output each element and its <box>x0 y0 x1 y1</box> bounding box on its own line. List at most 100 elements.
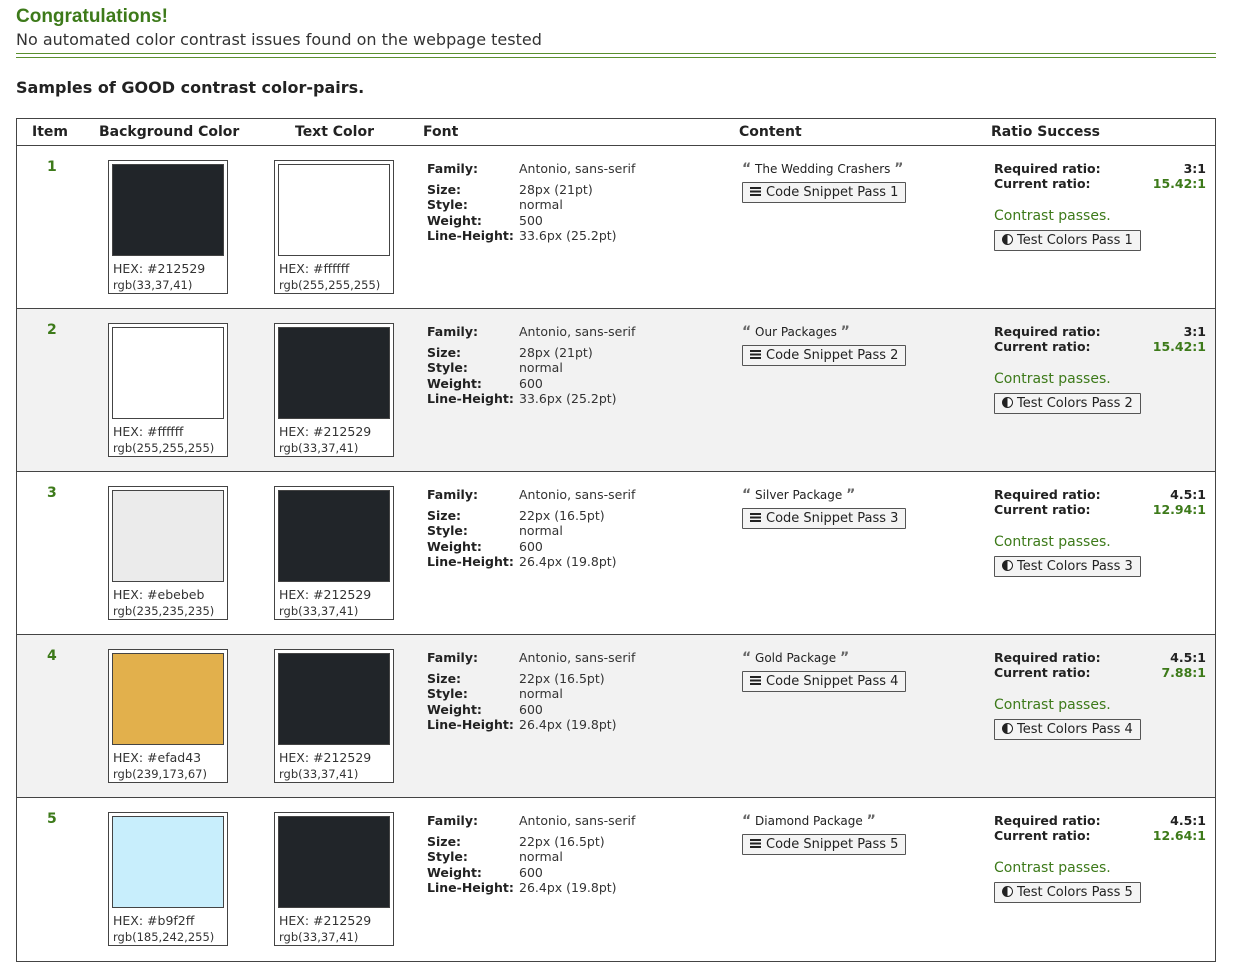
size-value: 22px (16.5pt) <box>519 671 605 686</box>
item-number: 2 <box>47 322 57 338</box>
test-colors-button[interactable]: Test Colors Pass 2 <box>994 393 1141 414</box>
size-value: 22px (16.5pt) <box>519 508 605 523</box>
line-height-label: Line-Height: <box>427 228 514 243</box>
quote-open-icon: “ <box>742 650 752 666</box>
code-snippet-button[interactable]: Code Snippet Pass 5 <box>742 834 907 855</box>
code-snippet-button[interactable]: Code Snippet Pass 4 <box>742 671 907 692</box>
text-color-sample: HEX: #212529 rgb(33,37,41) <box>274 323 394 457</box>
required-ratio-value: 3:1 <box>1183 161 1206 176</box>
style-label: Style: <box>427 849 468 864</box>
code-snippet-label: Code Snippet Pass 2 <box>766 348 899 363</box>
test-colors-button[interactable]: Test Colors Pass 1 <box>994 230 1141 251</box>
item-number: 1 <box>47 159 57 175</box>
quote-open-icon: “ <box>742 324 752 340</box>
required-ratio-label: Required ratio: <box>994 650 1101 665</box>
line-height-label: Line-Height: <box>427 717 514 732</box>
size-value: 22px (16.5pt) <box>519 834 605 849</box>
background-swatch <box>112 653 224 745</box>
content-quote: “ Diamond Package ” <box>742 812 906 830</box>
size-value: 28px (21pt) <box>519 345 593 360</box>
text-color-sample: HEX: #ffffff rgb(255,255,255) <box>274 160 394 294</box>
background-color-sample: HEX: #212529 rgb(33,37,41) <box>108 160 228 294</box>
style-value: normal <box>519 360 563 375</box>
lines-icon <box>750 350 761 359</box>
quote-open-icon: “ <box>742 813 752 829</box>
family-value: Antonio, sans-serif <box>519 324 636 339</box>
col-ratio-success: Ratio Success <box>991 124 1101 140</box>
content-cell: “ Diamond Package ” Code Snippet Pass 5 <box>742 812 907 855</box>
current-ratio-label: Current ratio: <box>994 828 1091 843</box>
test-colors-label: Test Colors Pass 2 <box>1017 396 1133 411</box>
code-snippet-button[interactable]: Code Snippet Pass 1 <box>742 182 907 203</box>
line-height-label: Line-Height: <box>427 880 514 895</box>
required-ratio-value: 4.5:1 <box>1170 813 1206 828</box>
weight-label: Weight: <box>427 702 482 717</box>
background-rgb: rgb(239,173,67) <box>113 767 207 781</box>
test-colors-button[interactable]: Test Colors Pass 3 <box>994 556 1141 577</box>
style-label: Style: <box>427 360 468 375</box>
contrast-passes-text: Contrast passes. <box>994 860 1111 876</box>
code-snippet-label: Code Snippet Pass 4 <box>766 674 899 689</box>
current-ratio-value: 12.64:1 <box>1152 828 1206 843</box>
col-text-color: Text Color <box>295 124 374 140</box>
background-color-sample: HEX: #ffffff rgb(255,255,255) <box>108 323 228 457</box>
header-divider <box>16 53 1216 58</box>
background-swatch <box>112 816 224 908</box>
lines-icon <box>750 839 761 848</box>
test-colors-button[interactable]: Test Colors Pass 4 <box>994 719 1141 740</box>
lines-icon <box>750 676 761 685</box>
weight-value: 600 <box>519 702 543 717</box>
family-label: Family: <box>427 487 478 502</box>
content-quote: “ Silver Package ” <box>742 486 906 504</box>
size-label: Size: <box>427 508 462 523</box>
table-row: 2 HEX: #ffffff rgb(255,255,255) HEX: #21… <box>17 309 1215 472</box>
weight-value: 500 <box>519 213 543 228</box>
test-colors-label: Test Colors Pass 3 <box>1017 559 1133 574</box>
contrast-icon <box>1002 234 1013 245</box>
test-colors-button[interactable]: Test Colors Pass 5 <box>994 882 1141 903</box>
size-label: Size: <box>427 834 462 849</box>
item-number: 4 <box>47 648 57 664</box>
line-height-value: 26.4px (19.8pt) <box>519 554 617 569</box>
text-hex: HEX: #212529 <box>279 750 372 765</box>
background-rgb: rgb(255,255,255) <box>113 441 215 455</box>
family-value: Antonio, sans-serif <box>519 161 636 176</box>
background-hex: HEX: #ebebeb <box>113 587 205 602</box>
quote-open-icon: “ <box>742 161 752 177</box>
code-snippet-label: Code Snippet Pass 1 <box>766 185 899 200</box>
code-snippet-button[interactable]: Code Snippet Pass 3 <box>742 508 907 529</box>
style-label: Style: <box>427 686 468 701</box>
current-ratio-label: Current ratio: <box>994 665 1091 680</box>
code-snippet-button[interactable]: Code Snippet Pass 2 <box>742 345 907 366</box>
weight-label: Weight: <box>427 376 482 391</box>
content-quote: “ Gold Package ” <box>742 649 906 667</box>
item-number: 3 <box>47 485 57 501</box>
contrast-table: Item Background Color Text Color Font Co… <box>16 118 1216 962</box>
contrast-icon <box>1002 886 1013 897</box>
text-swatch <box>278 490 390 582</box>
style-value: normal <box>519 523 563 538</box>
text-hex: HEX: #212529 <box>279 424 372 439</box>
text-swatch <box>278 816 390 908</box>
col-background-color: Background Color <box>99 124 240 140</box>
background-color-sample: HEX: #ebebeb rgb(235,235,235) <box>108 486 228 620</box>
family-label: Family: <box>427 813 478 828</box>
line-height-label: Line-Height: <box>427 554 514 569</box>
test-colors-label: Test Colors Pass 4 <box>1017 722 1133 737</box>
item-number: 5 <box>47 811 57 827</box>
content-quote: “ Our Packages ” <box>742 323 906 341</box>
lines-icon <box>750 187 761 196</box>
required-ratio-value: 4.5:1 <box>1170 650 1206 665</box>
background-color-sample: HEX: #b9f2ff rgb(185,242,255) <box>108 812 228 946</box>
current-ratio-label: Current ratio: <box>994 339 1091 354</box>
style-value: normal <box>519 849 563 864</box>
text-rgb: rgb(33,37,41) <box>279 441 359 455</box>
col-item: Item <box>32 124 68 140</box>
background-swatch <box>112 327 224 419</box>
text-hex: HEX: #212529 <box>279 913 372 928</box>
text-swatch <box>278 164 390 256</box>
background-rgb: rgb(235,235,235) <box>113 604 215 618</box>
family-value: Antonio, sans-serif <box>519 487 636 502</box>
text-swatch <box>278 327 390 419</box>
family-value: Antonio, sans-serif <box>519 813 636 828</box>
